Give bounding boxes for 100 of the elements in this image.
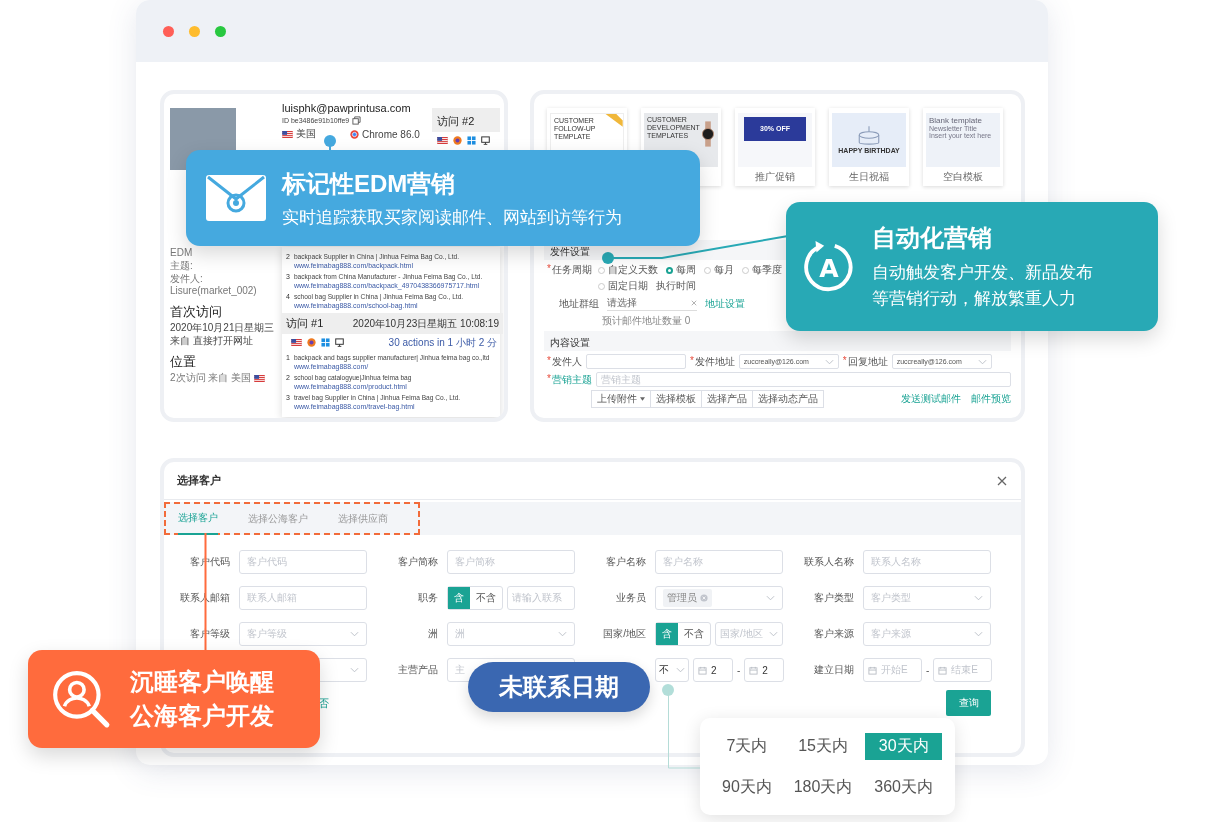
chevron-down-icon [676,667,685,673]
required-mark: * [547,263,551,276]
section-title: 内容设置 [550,337,590,348]
callout-title: 标记性EDM营销 [282,168,457,199]
field-label: 建立日期 [814,664,854,675]
flag-icon [437,137,448,144]
calendar-icon [938,665,948,675]
person-search-icon [50,668,112,730]
visit-title: 访问 #2 [437,115,475,127]
windows-icon [321,338,330,347]
menu-option[interactable]: 90天内 [713,773,781,801]
monitor-icon [481,136,490,145]
field-label: 客户来源 [814,628,854,639]
section-title: 发件设置 [550,246,590,257]
menu-option[interactable]: 360天内 [865,773,942,801]
first-visit-text: 2020年10月21日星期三 [170,322,276,334]
field-label: 客户类型 [814,592,854,603]
chevron-down-icon [824,358,834,365]
field-label: 客户名称 [606,556,646,567]
visitor-email: luisphk@pawprintusa.com [282,102,412,114]
segment-button[interactable]: 不含 [470,587,502,609]
dialog-title: 选择客户 [177,473,221,488]
browser-icon [307,338,316,347]
email-info-text: 发件人: Lisure(market_002) [170,273,258,297]
calendar-icon [749,665,759,675]
field-label: 主营产品 [398,664,438,675]
menu-option[interactable]: 15天内 [784,732,862,760]
template-title: Blank template [929,116,983,125]
chevron-down-icon [974,595,983,601]
required-mark: * [689,354,694,368]
radio-option[interactable]: 每周 [665,263,696,277]
visit-title: 访问 #1 [286,316,324,331]
field-label: 业务员 [616,592,646,603]
field-label: 国家/地区 [603,628,646,639]
copy-icon[interactable] [352,116,362,125]
field-label: 营销主题 [551,372,592,387]
chevron-down-icon [769,631,778,637]
toolbar-button[interactable]: 选择动态产品 [752,390,824,408]
browser-icon [453,136,462,145]
select-field[interactable]: 不 [655,658,689,682]
windows-icon [467,136,476,145]
calendar-icon [868,665,877,675]
window-close-control[interactable] [163,25,174,37]
actions-link[interactable]: 30 actions in 1 小时 2 分 [388,335,497,350]
field-label: 发件地址 [694,354,735,369]
chevron-down-icon [350,667,359,673]
cake-drawing [856,125,882,147]
required-mark: * [547,372,551,386]
section-title: 首次访问 [170,303,223,321]
callout-title: 自动化营销 [872,223,993,253]
address-group-select[interactable]: 请选择 [607,296,697,311]
field-label: 任务周期 [551,263,592,277]
radio-option[interactable]: 每季度 [741,263,782,277]
input-field[interactable] [585,354,686,369]
field-label: 联系人名称 [804,556,854,567]
radio-button[interactable] [665,266,673,274]
visit-date: 2020年10月23日星期五 10:08:19 [352,316,499,331]
flag-icon [282,130,293,138]
remove-icon[interactable] [700,594,708,602]
callout-text: 自动触发客户开发、新品发布等营销行动，解放繁重人力 [872,262,1094,310]
toolbar-button[interactable]: 选择产品 [701,390,753,408]
field-label: 地址群组 [559,296,599,311]
flag-icon [254,374,266,382]
first-visit-text: 来自 直接打开网址 [170,335,254,347]
date-field[interactable]: 2 [693,658,733,682]
chevron-down-icon [974,631,983,637]
template-caption: 空白模板 [943,170,983,184]
hint-text: 预计邮件地址数量 0 [601,314,692,328]
field-label: 客户简称 [398,556,438,567]
segment-button[interactable]: 不含 [678,623,710,645]
clear-icon[interactable] [691,300,697,306]
template-caption: 推广促销 [755,170,795,184]
window-maximize-control[interactable] [215,25,226,37]
tag: 管理员 [663,589,712,607]
radio-option[interactable]: 自定义天数 [597,263,658,277]
section-title: 位置 [170,353,197,371]
close-icon[interactable] [997,475,1007,486]
callout-text: 实时追踪获取买家阅读邮件、网站到访等行为 [282,206,622,229]
range-separator: - [737,664,741,676]
toolbar-button[interactable]: 选择模板 [650,390,702,408]
callout-tooltip: 未联系日期 [468,662,650,712]
toolbar-button[interactable]: 上传附件 [591,390,651,408]
radio-option[interactable]: 固定日期 [597,279,648,293]
menu-option[interactable]: 180天内 [784,773,862,801]
email-icon [206,175,266,221]
email-info-text: 主题: [170,260,194,272]
window-minimize-control[interactable] [189,25,200,37]
range-separator: - [926,664,930,676]
calendar-icon [698,665,707,675]
caret-icon [640,397,645,401]
chevron-down-icon [766,595,775,601]
menu-option[interactable]: 7天内 [713,732,781,760]
browser-label: Chrome 86.0 [362,128,420,140]
browser-icon [350,129,359,139]
field-label: 洲 [428,628,438,639]
chevron-down-icon [350,631,359,637]
field-label: 职务 [418,592,438,603]
radio-option[interactable]: 每月 [703,263,734,277]
date-field[interactable]: 2 [744,658,785,682]
country-label: 美国 [296,127,316,141]
